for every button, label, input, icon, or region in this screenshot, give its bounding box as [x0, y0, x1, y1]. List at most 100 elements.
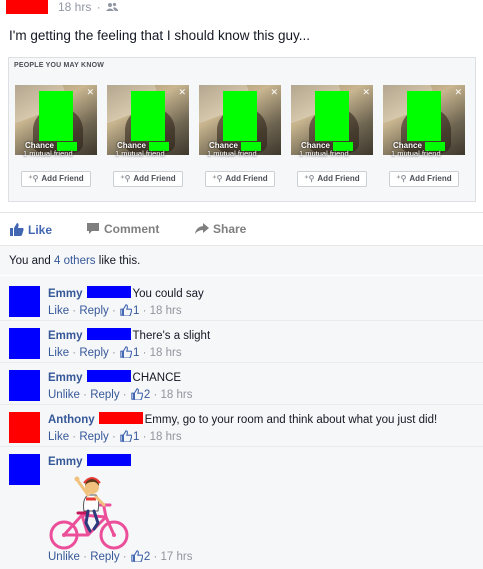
redacted-author-name [6, 0, 48, 14]
add-friend-icon: ⁺⚲ [304, 174, 315, 183]
post-time-text[interactable]: 18 hrs [58, 0, 91, 14]
add-friend-button[interactable]: ⁺⚲ Add Friend [21, 171, 91, 187]
add-friend-icon: ⁺⚲ [120, 174, 131, 183]
comment-unlike-link[interactable]: Unlike [48, 389, 80, 401]
thumbs-up-icon [131, 388, 143, 400]
comment-time[interactable]: 17 hrs [160, 551, 192, 563]
comment-reply-link[interactable]: Reply [79, 431, 108, 443]
comment-reply-link[interactable]: Reply [90, 389, 119, 401]
add-friend-button[interactable]: ⁺⚲ Add Friend [297, 171, 367, 187]
people-you-may-know-panel: PEOPLE YOU MAY KNOW ✕ Chance 1 mutual fr… [8, 57, 476, 202]
comment-author[interactable]: Emmy [48, 372, 83, 384]
mutual-friends[interactable]: 1 mutual friend [115, 149, 165, 158]
share-button[interactable]: Share [195, 222, 246, 236]
add-friend-icon: ⁺⚲ [28, 174, 39, 183]
suggestion-card[interactable]: ✕ Chance 1 mutual friend ⁺⚲ Add Friend [383, 85, 465, 193]
comment-like-count[interactable]: 2 [144, 551, 150, 563]
comment-text: CHANCE [132, 372, 182, 384]
comment-reply-link[interactable]: Reply [90, 551, 119, 563]
mutual-friends[interactable]: 1 mutual friend [391, 149, 441, 158]
avatar[interactable] [9, 286, 40, 317]
thumbs-up-icon [131, 550, 143, 562]
comment-author[interactable]: Anthony [48, 414, 95, 426]
comments-section: Emmy You could say Like · Reply · 1 · 18 … [0, 276, 483, 569]
add-friend-icon: ⁺⚲ [396, 174, 407, 183]
close-icon[interactable]: ✕ [454, 87, 462, 98]
comment-meta: Unlike · Reply · 2 · 17 hrs [48, 550, 193, 563]
comment-like-count[interactable]: 1 [133, 347, 139, 359]
comment-time[interactable]: 18 hrs [150, 347, 182, 359]
redacted-last-name [86, 454, 131, 466]
comment-reply-link[interactable]: Reply [79, 305, 108, 317]
comment-like-link[interactable]: Like [48, 431, 69, 443]
post-header: 18 hrs · [0, 0, 483, 22]
comment-like-count[interactable]: 1 [133, 431, 139, 443]
pymk-title: PEOPLE YOU MAY KNOW [14, 62, 105, 69]
comment-like-count[interactable]: 1 [133, 305, 139, 317]
separator-dot: · [96, 0, 101, 14]
comment-text: Emmy, go to your room and think about wh… [144, 414, 438, 426]
comment-author[interactable]: Emmy [48, 288, 83, 300]
suggestion-card[interactable]: ✕ Chance 1 mutual friend ⁺⚲ Add Friend [291, 85, 373, 193]
likes-suffix: like this. [98, 255, 141, 267]
redacted-face [315, 91, 349, 141]
comment-like-count[interactable]: 2 [144, 389, 150, 401]
post-text: I'm getting the feeling that I should kn… [9, 28, 311, 43]
add-friend-button[interactable]: ⁺⚲ Add Friend [389, 171, 459, 187]
comment-reply-link[interactable]: Reply [79, 347, 108, 359]
others-link[interactable]: 4 others [54, 255, 96, 267]
add-friend-button[interactable]: ⁺⚲ Add Friend [205, 171, 275, 187]
comment-like-link[interactable]: Like [48, 347, 69, 359]
mutual-friends[interactable]: 1 mutual friend [299, 149, 349, 158]
mutual-friends[interactable]: 1 mutual friend [207, 149, 257, 158]
comment-meta: Unlike · Reply · 2 · 18 hrs [48, 388, 193, 401]
share-arrow-icon [195, 223, 209, 234]
avatar[interactable] [9, 370, 40, 401]
comment-icon [87, 223, 99, 234]
comment-meta: Like · Reply · 1 · 18 hrs [48, 346, 182, 359]
add-friend-icon: ⁺⚲ [212, 174, 223, 183]
thumbs-up-icon [120, 346, 132, 358]
thumbs-up-icon [120, 304, 132, 316]
comment-unlike-link[interactable]: Unlike [48, 551, 80, 563]
comment-button[interactable]: Comment [86, 222, 159, 236]
suggestion-card[interactable]: ✕ Chance 1 mutual friend ⁺⚲ Add Friend [107, 85, 189, 193]
comment-time[interactable]: 18 hrs [160, 389, 192, 401]
like-label: Like [28, 223, 53, 237]
comment-meta: Like · Reply · 1 · 18 hrs [48, 304, 182, 317]
redacted-face [39, 91, 73, 141]
post-timestamp[interactable]: 18 hrs · [58, 0, 119, 14]
add-friend-label: Add Friend [225, 174, 268, 183]
add-friend-label: Add Friend [409, 174, 452, 183]
redacted-last-name [86, 286, 131, 298]
comment-author[interactable]: Emmy [48, 330, 83, 342]
comment-author[interactable]: Emmy [48, 456, 83, 468]
redacted-last-name [98, 412, 143, 424]
share-label: Share [213, 222, 247, 236]
close-icon[interactable]: ✕ [270, 87, 278, 98]
suggestion-card[interactable]: ✕ Chance 1 mutual friend ⁺⚲ Add Friend [199, 85, 281, 193]
avatar[interactable] [9, 328, 40, 359]
post-action-bar: Like Comment Share [0, 212, 483, 242]
add-friend-button[interactable]: ⁺⚲ Add Friend [113, 171, 183, 187]
divider [0, 446, 483, 447]
mutual-friends[interactable]: 1 mutual friend [23, 149, 73, 158]
divider [0, 320, 483, 321]
comment-time[interactable]: 18 hrs [150, 305, 182, 317]
friends-icon [106, 2, 119, 11]
avatar[interactable] [9, 454, 40, 485]
avatar[interactable] [9, 412, 40, 443]
comment-time[interactable]: 18 hrs [150, 431, 182, 443]
suggestion-card[interactable]: ✕ Chance 1 mutual friend ⁺⚲ Add Friend [15, 85, 97, 193]
close-icon[interactable]: ✕ [178, 87, 186, 98]
comment-meta: Like · Reply · 1 · 18 hrs [48, 430, 182, 443]
girl-on-bicycle-sticker[interactable] [48, 471, 132, 553]
close-icon[interactable]: ✕ [362, 87, 370, 98]
like-button[interactable]: Like [10, 222, 52, 237]
add-friend-label: Add Friend [133, 174, 176, 183]
close-icon[interactable]: ✕ [86, 87, 94, 98]
thumbs-up-icon [120, 430, 132, 442]
add-friend-label: Add Friend [317, 174, 360, 183]
likes-prefix: You and [9, 255, 51, 267]
comment-like-link[interactable]: Like [48, 305, 69, 317]
